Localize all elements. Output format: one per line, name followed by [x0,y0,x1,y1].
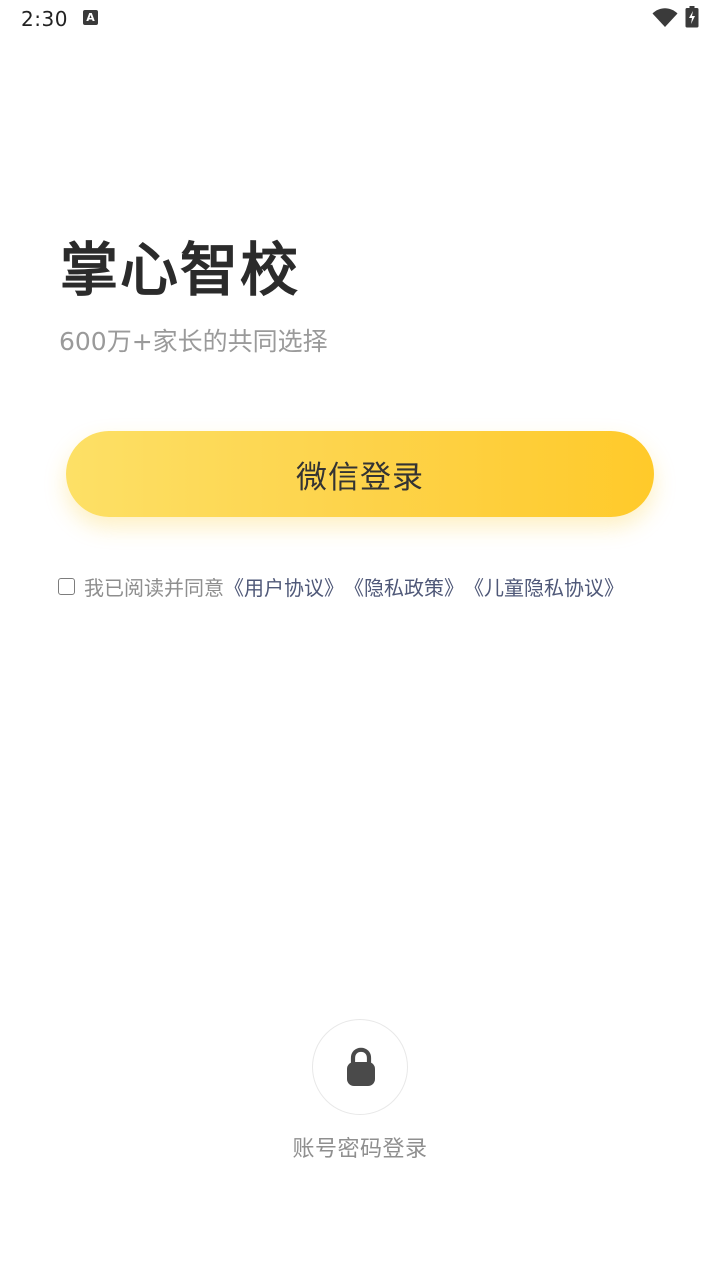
status-time: 2:30 [21,7,68,31]
app-subtitle: 600万+家长的共同选择 [59,327,328,356]
battery-charging-icon [685,6,699,28]
lock-icon [347,1047,375,1086]
user-agreement-link[interactable]: 《用户协议》 [224,572,344,601]
app-title: 掌心智校 [60,236,301,304]
notification-a-icon: A [83,10,98,25]
account-login-label[interactable]: 账号密码登录 [260,1134,460,1166]
login-screen: 2:30 A 掌心智校 600万+家长的共同选择 微信登录 我已阅读并同意 《用… [0,0,720,1280]
account-login-button[interactable] [312,1019,408,1115]
privacy-policy-link[interactable]: 《隐私政策》 [344,572,464,601]
wechat-login-button[interactable]: 微信登录 [66,431,654,517]
agreement-checkbox[interactable] [58,577,75,595]
child-privacy-agreement-link[interactable]: 《儿童隐私协议》 [464,572,624,601]
agreement-prefix-text: 我已阅读并同意 [84,575,224,600]
status-bar: 2:30 A [0,0,720,38]
notification-a-letter: A [86,11,95,24]
agreement-row: 我已阅读并同意 《用户协议》 《隐私政策》 《儿童隐私协议》 [58,570,624,602]
wifi-icon [652,8,678,27]
wechat-login-button-label: 微信登录 [296,459,424,496]
